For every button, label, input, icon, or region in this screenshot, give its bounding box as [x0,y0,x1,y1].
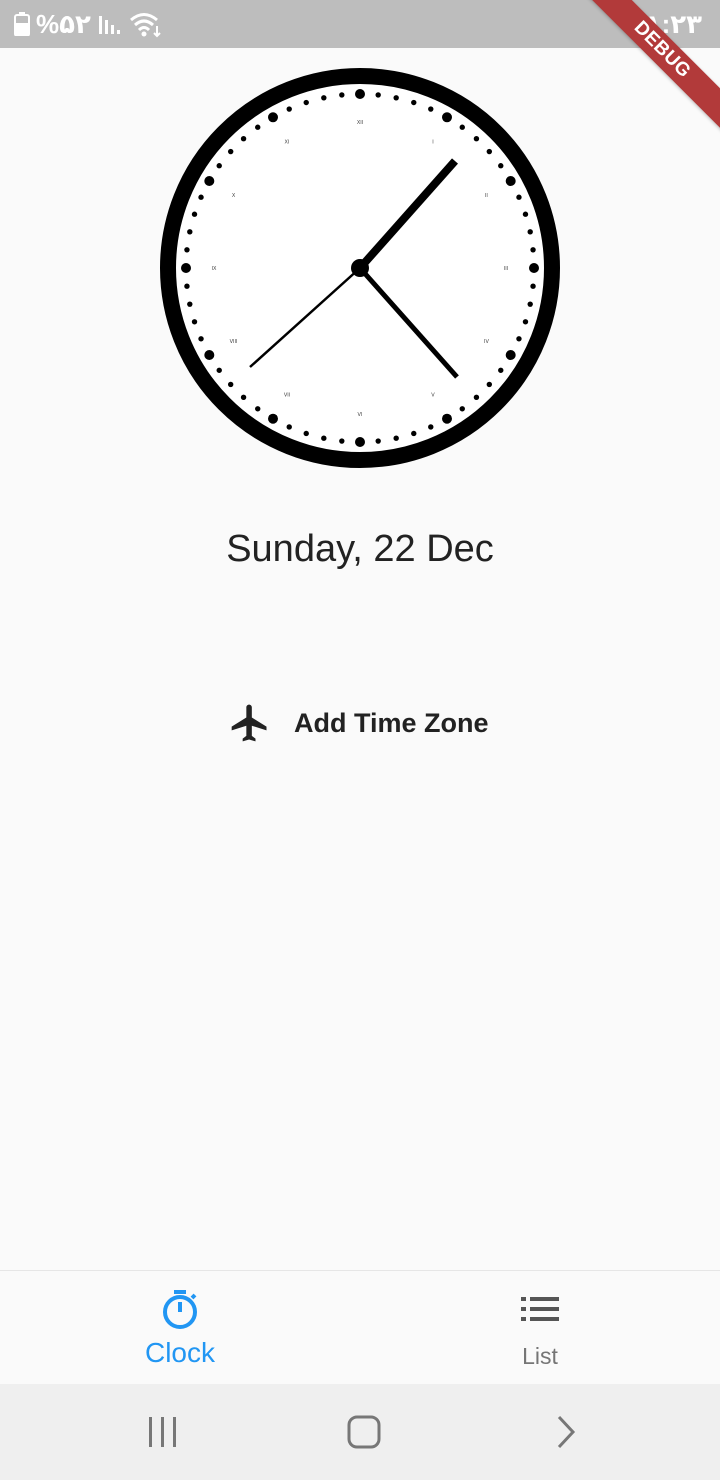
minute-tick-dot [516,336,522,342]
minute-tick-dot [187,301,193,307]
clock-numeral: XI [285,140,290,146]
minute-tick-dot [473,394,480,401]
status-bar: %۵۲ ۱:۲۳ [0,0,720,48]
status-icons: %۵۲ [14,8,163,40]
minute-tick-dot [527,301,533,307]
minute-tick-dot [303,99,309,106]
analog-clock: XII I II III IV V VI VII VIII IX X XI [160,68,560,468]
clock-numeral: IV [484,339,489,345]
clock-numeral: I [432,140,433,146]
clock-numeral: V [431,392,435,398]
minute-tick-dot [530,247,536,253]
add-time-zone-button[interactable]: Add Time Zone [228,698,489,748]
airplane-icon [231,704,267,742]
add-time-zone-label: Add Time Zone [294,707,489,738]
hour-tick-dot [442,413,452,424]
minute-tick-dot [530,283,536,289]
date-label: Sunday, 22 Dec [226,528,494,570]
minute-tick-dot [216,367,222,373]
minute-tick-dot [459,124,465,130]
minute-tick-dot [191,211,198,217]
hour-tick-dot [268,413,278,424]
hour-tick-dot [181,263,191,273]
clock-numeral: VII [284,392,290,398]
minute-tick-dot [187,229,193,235]
hour-tick-dot [204,176,215,186]
minute-tick-dot [198,194,204,200]
minute-tick-dot [216,163,222,169]
minute-tick-dot [527,229,533,235]
clock-numeral: IX [212,266,217,272]
minute-tick-dot [339,92,345,98]
clock-numeral: XII [357,120,363,126]
status-time: ۱:۲۳ [645,9,702,39]
battery-icon [14,12,30,36]
minute-tick-dot [303,430,309,437]
clock-numeral: VI [358,412,363,418]
minute-tick-dot [255,124,261,130]
hour-tick-dot [505,176,516,186]
minute-tick-dot [240,394,247,401]
minute-tick-dot [339,438,345,444]
minute-tick-dot [286,106,292,112]
clock-numeral: III [504,266,508,272]
system-navigation-bar [0,1384,720,1480]
back-icon[interactable] [546,1412,586,1452]
nav-tab-list[interactable]: List [360,1271,720,1385]
hour-tick-dot [442,112,452,123]
clock-numeral: II [485,193,488,199]
minute-tick-dot [375,438,381,444]
clock-center-pin [351,259,369,277]
minute-tick-dot [227,381,234,388]
hour-tick-dot [529,263,539,273]
battery-percentage: %۵۲ [36,8,91,39]
minute-tick-dot [428,106,434,112]
clock-face: XIIIIIIIIIVVVIVIIVIIIIXXXI [160,68,560,468]
minute-tick-dot [227,148,234,155]
minute-tick-dot [516,194,522,200]
minute-tick-dot [522,211,529,217]
hour-tick-dot [355,437,365,447]
home-icon[interactable] [344,1412,384,1452]
minute-tick-dot [393,95,399,101]
minute-tick-dot [522,319,529,325]
nav-tab-clock-label: Clock [144,1337,215,1368]
clock-numeral: VIII [230,339,238,345]
nav-tab-list-label: List [522,1343,558,1369]
minute-tick-dot [375,92,381,98]
minute-tick-dot [486,148,493,155]
minute-tick-dot [255,406,261,412]
minute-tick-dot [411,430,417,437]
minute-tick-dot [498,163,504,169]
signal-icon [98,16,120,34]
minute-tick-dot [198,336,204,342]
wifi-icon [129,13,161,38]
minute-tick-dot [184,247,190,253]
minute-tick-dot [191,319,198,325]
minute-tick-dot [411,99,417,106]
bottom-navigation: Clock List [0,1270,720,1384]
hour-tick-dot [505,350,516,360]
minute-tick-dot [393,435,399,441]
recents-icon[interactable] [143,1412,183,1452]
minute-tick-dot [459,406,465,412]
list-icon [521,1297,559,1321]
minute-tick-dot [486,381,493,388]
nav-tab-clock[interactable]: Clock [0,1271,360,1385]
minute-tick-dot [286,424,292,430]
clock-numeral: X [232,193,236,199]
minute-tick-dot [428,424,434,430]
minute-tick-dot [473,135,480,142]
minute-tick-dot [321,95,327,101]
minute-tick-dot [184,283,190,289]
minute-tick-dot [498,367,504,373]
hour-tick-dot [204,350,215,360]
minute-tick-dot [321,435,327,441]
hour-tick-dot [355,89,365,99]
minute-tick-dot [240,135,247,142]
hour-tick-dot [268,112,278,123]
timer-icon [163,1290,197,1329]
